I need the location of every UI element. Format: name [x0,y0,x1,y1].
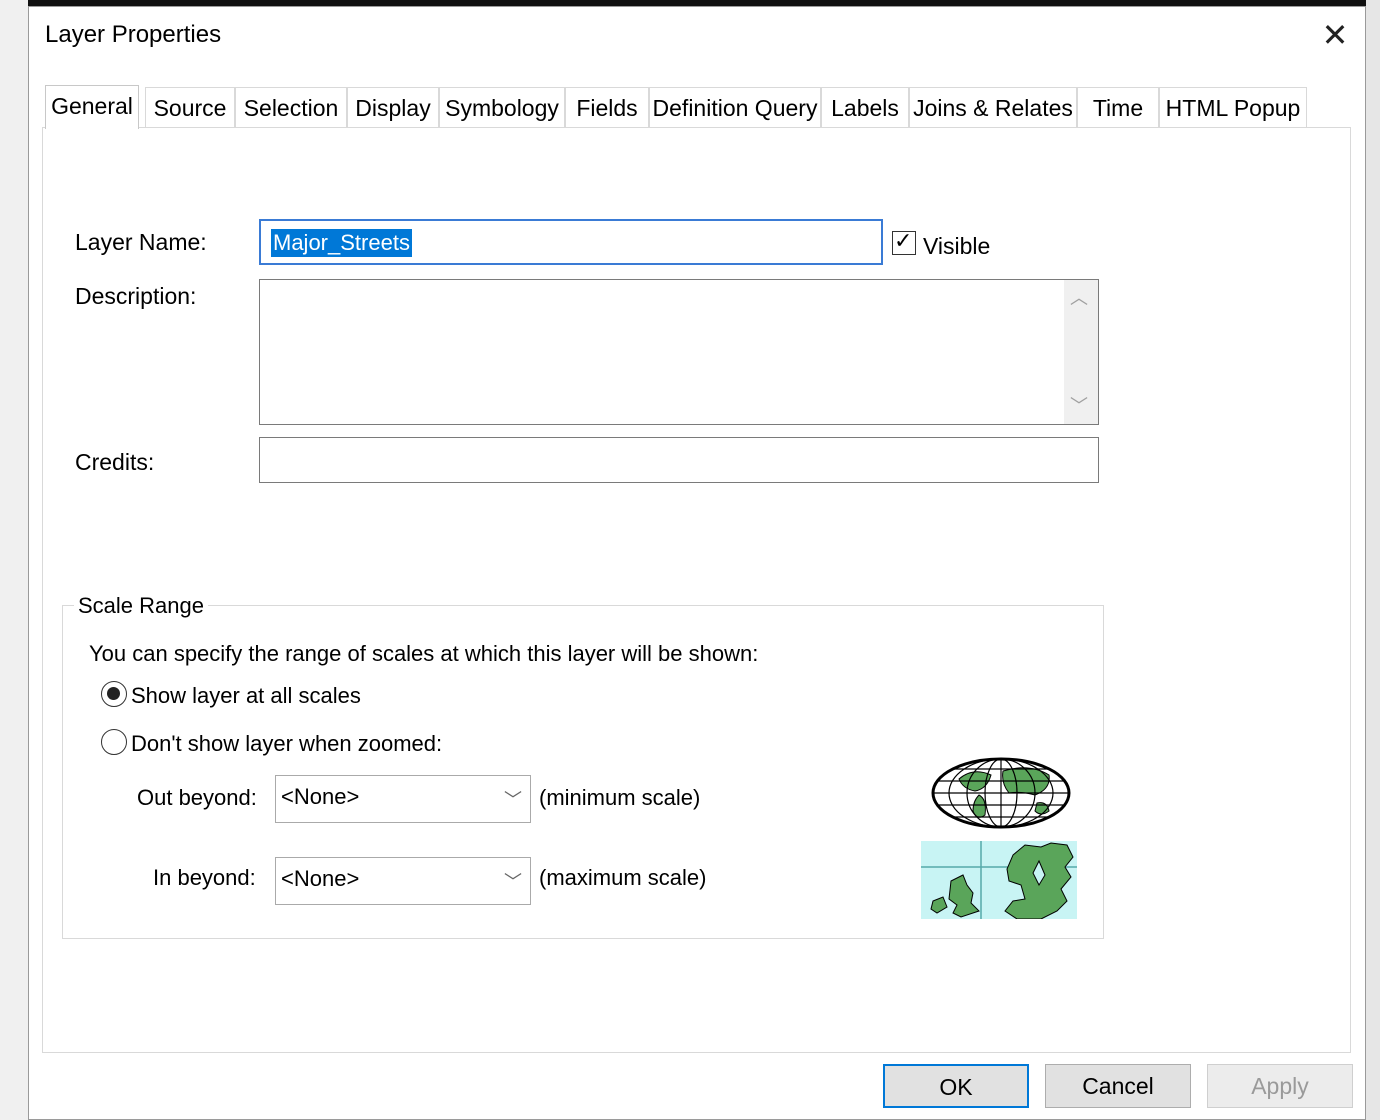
dialog-title: Layer Properties [45,21,222,48]
chevron-up-icon[interactable]: ︿ [1070,284,1088,310]
layer-name-value: Major_Streets [271,229,412,257]
chevron-down-icon[interactable]: ﹀ [504,868,522,894]
close-icon[interactable]: ✕ [1315,15,1355,55]
out-beyond-value: <None> [281,784,360,809]
cancel-button[interactable]: Cancel [1045,1064,1191,1108]
ok-button[interactable]: OK [883,1064,1029,1108]
tab-definition-query[interactable]: Definition Query [649,87,821,127]
credits-input[interactable] [259,437,1099,483]
out-beyond-combo[interactable]: <None> ﹀ [275,775,531,823]
tab-joins-relates[interactable]: Joins & Relates [909,87,1077,127]
layer-name-input[interactable]: Major_Streets [259,219,883,265]
show-all-scales-label[interactable]: Show layer at all scales [131,683,361,709]
out-beyond-label: Out beyond: [137,785,257,810]
tab-time[interactable]: Time [1077,87,1159,127]
in-beyond-combo[interactable]: <None> ﹀ [275,857,531,905]
tab-general[interactable]: General [45,85,139,129]
tab-fields[interactable]: Fields [565,87,649,127]
scale-range-title: Scale Range [74,593,208,619]
in-beyond-label: In beyond: [153,865,256,890]
chevron-down-icon[interactable]: ﹀ [1070,392,1088,418]
radio-show-all-scales[interactable] [101,681,127,707]
check-icon: ✓ [894,228,913,253]
tab-source[interactable]: Source [145,87,235,127]
in-beyond-value: <None> [281,866,360,891]
maximum-scale-hint: (maximum scale) [539,865,707,890]
description-label: Description: [75,283,197,309]
credits-label: Credits: [75,449,155,475]
visible-checkbox[interactable]: ✓ [892,228,916,255]
tab-display[interactable]: Display [347,87,439,127]
radio-dont-show-zoomed[interactable] [101,729,127,755]
layer-properties-dialog: Layer Properties ✕ General Source Select… [28,6,1366,1120]
tab-selection[interactable]: Selection [235,87,347,127]
layer-name-label: Layer Name: [75,229,207,255]
tab-symbology[interactable]: Symbology [439,87,565,127]
radio-selected-dot [107,687,120,700]
apply-button[interactable]: Apply [1207,1064,1353,1108]
tab-labels[interactable]: Labels [821,87,909,127]
regional-map-icon [921,841,1077,919]
world-globe-icon [931,757,1071,829]
description-textarea[interactable]: ︿ ﹀ [259,279,1099,425]
background-app-right [1366,0,1380,1120]
visible-label: Visible [923,233,991,259]
minimum-scale-hint: (minimum scale) [539,785,701,810]
chevron-down-icon[interactable]: ﹀ [504,786,522,812]
description-scrollbar[interactable]: ︿ ﹀ [1064,280,1098,424]
scale-range-intro: You can specify the range of scales at w… [89,641,759,666]
dont-show-zoomed-label[interactable]: Don't show layer when zoomed: [131,731,442,757]
tab-html-popup[interactable]: HTML Popup [1159,87,1307,127]
background-app-left [0,0,28,1120]
